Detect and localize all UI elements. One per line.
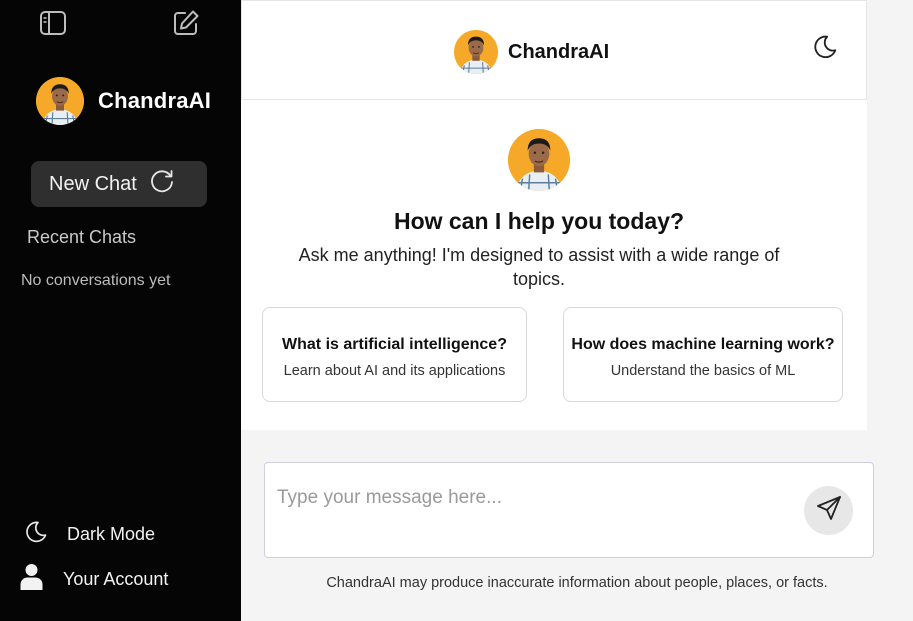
refresh-icon <box>149 168 175 200</box>
app-window: ChandraAI New Chat Recent Chats No conve… <box>0 0 913 621</box>
dark-mode-toggle[interactable]: Dark Mode <box>24 520 155 549</box>
dark-mode-label: Dark Mode <box>67 524 156 544</box>
suggestion-card[interactable]: What is artificial intelligence? Learn a… <box>262 307 527 402</box>
empty-state-text: No conversations yet <box>21 272 171 289</box>
new-chat-button[interactable]: New Chat <box>31 161 207 207</box>
account-link[interactable]: Your Account <box>20 563 168 596</box>
suggestion-description: Understand the basics of ML <box>610 363 796 379</box>
sidebar-brand-name: ChandraAI <box>98 88 212 113</box>
sidebar-brand: ChandraAI <box>36 77 211 125</box>
header-brand-name: ChandraAI <box>508 40 610 63</box>
welcome-panel: How can I help you today? Ask me anythin… <box>241 100 867 430</box>
moon-icon <box>24 520 48 549</box>
avatar <box>454 30 498 74</box>
welcome-subtitle: Ask me anything! I'm designed to assist … <box>298 245 780 289</box>
message-composer <box>264 462 874 558</box>
chat-header: ChandraAI <box>241 0 867 100</box>
avatar <box>36 77 84 125</box>
header-brand: ChandraAI <box>454 30 609 74</box>
suggestion-description: Learn about AI and its applications <box>283 363 506 379</box>
moon-icon[interactable] <box>812 34 840 62</box>
sidebar: ChandraAI New Chat Recent Chats No conve… <box>0 0 241 621</box>
suggestion-question: How does machine learning work? <box>571 336 835 353</box>
suggestion-card[interactable]: How does machine learning work? Understa… <box>563 307 843 402</box>
send-button[interactable] <box>804 486 853 535</box>
suggestion-question: What is artificial intelligence? <box>282 336 507 353</box>
recent-chats-title: Recent Chats <box>27 227 137 247</box>
new-chat-label: New Chat <box>49 172 137 195</box>
message-input[interactable] <box>277 487 797 527</box>
edit-icon[interactable] <box>172 9 200 37</box>
welcome-title: How can I help you today? <box>393 208 685 234</box>
disclaimer-text: ChandraAI may produce inaccurate informa… <box>326 575 828 591</box>
sidebar-toggle-icon[interactable] <box>39 9 67 37</box>
avatar <box>508 129 570 191</box>
user-icon <box>20 563 43 596</box>
account-label: Your Account <box>63 569 169 589</box>
send-icon <box>816 495 842 526</box>
